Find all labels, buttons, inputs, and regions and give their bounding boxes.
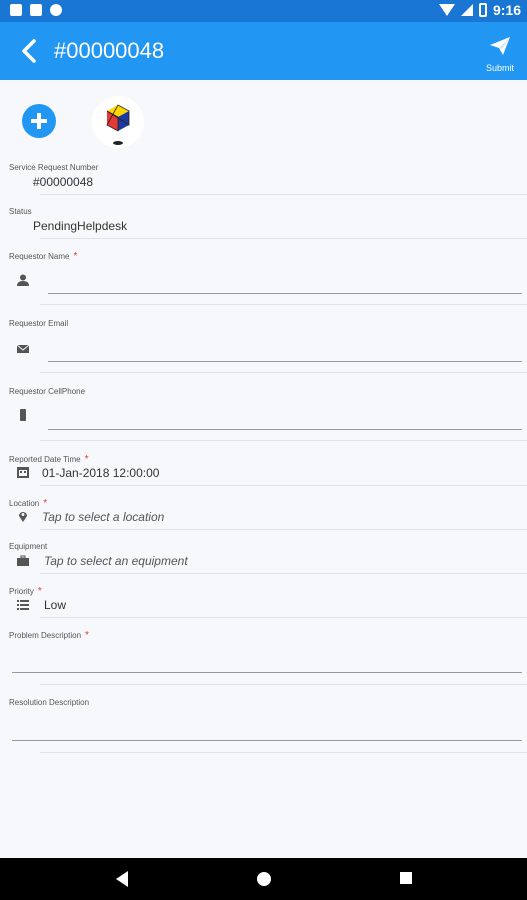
envelope-icon: [17, 344, 29, 353]
requestor-cellphone-field: Requestor CellPhone: [0, 384, 527, 442]
required-marker: *: [37, 586, 42, 597]
notification-icon: [10, 4, 22, 16]
location-value[interactable]: Tap to select a location: [42, 510, 164, 524]
cube-icon: [106, 104, 130, 145]
problem-description-field: Problem Description *: [0, 627, 527, 687]
person-icon: [17, 274, 29, 286]
divider: [40, 529, 527, 530]
priority-label: Priority *: [9, 586, 42, 597]
divider: [40, 684, 527, 685]
status-field: Status PendingHelpdesk: [0, 204, 527, 240]
requestor-name-field: Requestor Name *: [0, 248, 527, 306]
requestor-name-input[interactable]: [48, 293, 522, 294]
status-value: PendingHelpdesk: [33, 219, 128, 233]
service-request-number-field: Service Request Number #00000048: [0, 160, 527, 196]
divider: [40, 194, 527, 195]
app-bar: #00000048 Submit: [0, 22, 527, 80]
sd-card-icon: [30, 4, 42, 16]
problem-description-label: Problem Description *: [9, 630, 89, 641]
arrow-left-icon[interactable]: [16, 36, 46, 66]
plus-circle-icon[interactable]: [22, 104, 56, 138]
divider: [40, 304, 527, 305]
reported-date-time-label: Reported Date Time *: [9, 454, 89, 465]
wifi-icon: [438, 4, 455, 16]
calendar-icon: [17, 467, 29, 478]
briefcase-icon: [17, 555, 29, 566]
divider: [40, 752, 527, 753]
nav-back-icon[interactable]: [116, 871, 128, 887]
sync-icon: [50, 4, 62, 16]
list-icon: [17, 600, 29, 610]
equipment-value[interactable]: Tap to select an equipment: [44, 554, 188, 568]
nav-home-icon[interactable]: [257, 872, 271, 886]
requestor-name-label: Requestor Name *: [9, 251, 78, 262]
submit-button[interactable]: Submit: [483, 36, 517, 73]
clock: 9:16: [492, 2, 521, 18]
reported-date-time-value[interactable]: 01-Jan-2018 12:00:00: [42, 466, 159, 480]
divider: [40, 372, 527, 373]
status-label: Status: [9, 207, 32, 216]
battery-icon: [478, 3, 487, 17]
map-pin-icon: [19, 512, 27, 522]
resolution-description-field: Resolution Description: [0, 695, 527, 755]
required-marker: *: [73, 251, 78, 262]
send-icon: [490, 37, 510, 55]
system-icons: 9:16: [438, 2, 521, 18]
equipment-field[interactable]: Equipment Tap to select an equipment: [0, 539, 527, 575]
priority-value[interactable]: Low: [44, 598, 66, 612]
divider: [40, 573, 527, 574]
divider: [40, 485, 527, 486]
requestor-email-field: Requestor Email: [0, 316, 527, 374]
navigation-bar: [0, 858, 527, 900]
resolution-description-input[interactable]: [12, 740, 522, 741]
requestor-email-input[interactable]: [48, 361, 522, 362]
submit-label: Submit: [485, 63, 514, 73]
requestor-email-label: Requestor Email: [9, 319, 69, 328]
nav-recents-icon[interactable]: [400, 872, 412, 884]
avatar[interactable]: [92, 96, 144, 148]
service-request-number-label: Service Request Number: [9, 163, 99, 172]
divider: [40, 238, 527, 239]
requestor-cellphone-input[interactable]: [48, 429, 522, 430]
priority-field[interactable]: Priority * Low: [0, 583, 527, 619]
page-title: #00000048: [54, 38, 165, 63]
reported-date-time-field[interactable]: Reported Date Time * 01-Jan-2018 12:00:00: [0, 451, 527, 487]
phone-icon: [20, 409, 26, 421]
signal-icon: [460, 4, 473, 16]
problem-description-input[interactable]: [12, 672, 522, 673]
resolution-description-label: Resolution Description: [9, 698, 90, 707]
requestor-cellphone-label: Requestor CellPhone: [9, 387, 86, 396]
location-label: Location *: [9, 498, 48, 509]
required-marker: *: [43, 498, 48, 509]
required-marker: *: [85, 630, 89, 641]
divider: [40, 617, 527, 618]
service-request-number-value: #00000048: [33, 175, 94, 189]
status-bar: 9:16: [0, 0, 527, 22]
notification-icons: [10, 4, 62, 16]
location-field[interactable]: Location * Tap to select a location: [0, 495, 527, 531]
divider: [40, 440, 527, 441]
required-marker: *: [84, 454, 89, 465]
equipment-label: Equipment: [9, 542, 48, 551]
